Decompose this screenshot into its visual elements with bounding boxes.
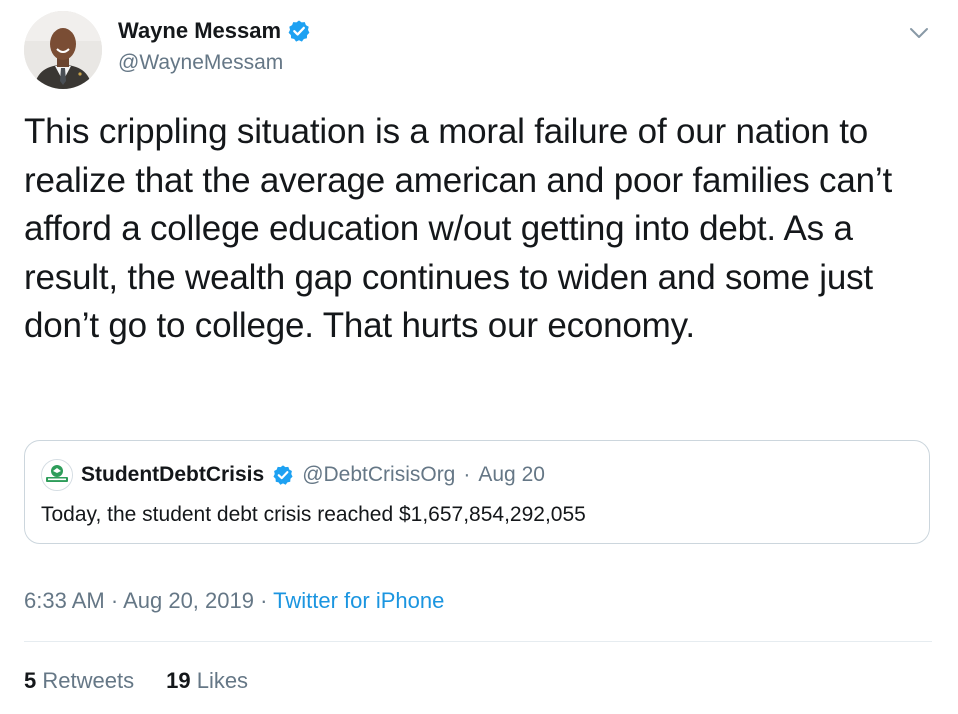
tweet-source-link[interactable]: Twitter for iPhone [273, 588, 444, 613]
chevron-down-icon[interactable] [906, 20, 932, 46]
retweets-label: Retweets [42, 668, 135, 693]
verified-badge-icon [272, 464, 294, 486]
quoted-tweet-text: Today, the student debt crisis reached $… [41, 503, 586, 526]
meta-separator: · [110, 588, 119, 613]
quoted-separator: · [463, 463, 471, 486]
author-display-name[interactable]: Wayne Messam [118, 18, 281, 44]
tweet-text: This crippling situation is a moral fail… [24, 112, 892, 345]
retweets-stat[interactable]: 5 Retweets [24, 668, 134, 694]
tweet-time[interactable]: 6:33 AM [24, 588, 105, 613]
divider [24, 641, 932, 642]
author-name-row: Wayne Messam [118, 18, 311, 44]
quoted-author-name[interactable]: StudentDebtCrisis [81, 463, 264, 487]
author-handle[interactable]: @WayneMessam [118, 51, 283, 75]
meta-separator: · [260, 588, 268, 613]
quoted-author-avatar[interactable] [41, 459, 73, 491]
likes-count: 19 [166, 668, 191, 693]
author-avatar[interactable] [24, 11, 102, 89]
likes-stat[interactable]: 19 Likes [166, 668, 248, 694]
tweet-card: Wayne Messam @WayneMessam This crippling… [0, 0, 958, 714]
quoted-tweet-header: StudentDebtCrisis @DebtCrisisOrg · Aug 2… [41, 459, 545, 491]
retweets-count: 5 [24, 668, 37, 693]
likes-label: Likes [196, 668, 249, 693]
tweet-stats: 5 Retweets 19 Likes [24, 668, 248, 694]
tweet-date[interactable]: Aug 20, 2019 [123, 588, 254, 613]
verified-badge-icon [287, 19, 311, 43]
quoted-tweet-date[interactable]: Aug 20 [478, 463, 545, 487]
quoted-tweet[interactable]: StudentDebtCrisis @DebtCrisisOrg · Aug 2… [24, 440, 930, 544]
tweet-meta: 6:33 AM · Aug 20, 2019 · Twitter for iPh… [24, 588, 444, 614]
quoted-author-handle[interactable]: @DebtCrisisOrg [302, 463, 455, 487]
